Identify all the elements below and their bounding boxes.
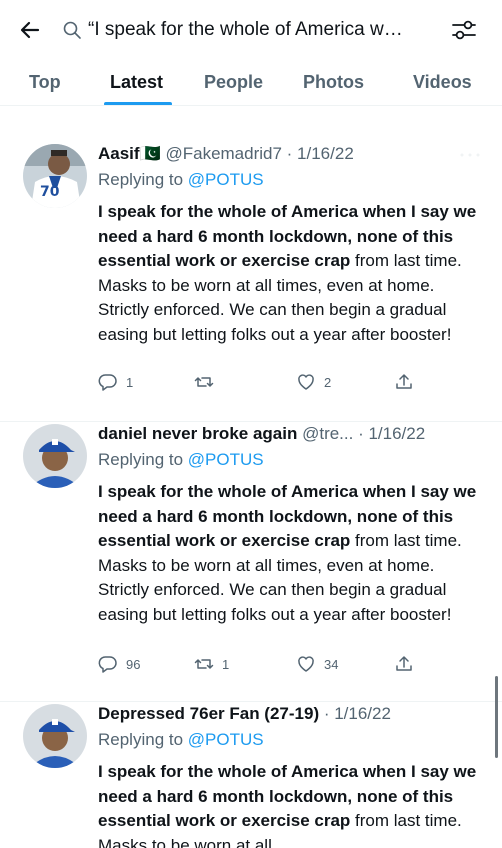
tweet[interactable]: 70 Aasif🇵🇰 @Fakemadrid7 · 1/16/22 Replyi…	[0, 106, 502, 422]
like-button[interactable]: 34	[296, 654, 338, 674]
replying-to: Replying to @POTUS	[98, 730, 264, 750]
heart-icon	[298, 656, 314, 672]
retweet-button[interactable]: 1	[194, 654, 229, 674]
replying-to-handle[interactable]: @POTUS	[188, 730, 264, 749]
retweet-icon	[194, 659, 214, 669]
sliders-icon	[452, 20, 476, 40]
like-count: 34	[324, 656, 339, 672]
share-icon	[396, 374, 412, 389]
scrollbar[interactable]	[495, 676, 498, 758]
share-button[interactable]	[394, 372, 414, 392]
reply-button[interactable]: 96	[98, 654, 140, 674]
search-query[interactable]: “I speak for the whole of America w…	[88, 19, 403, 41]
handle-and-date: @Fakemadrid7 · 1/16/22	[160, 144, 354, 163]
tweet-header: Aasif🇵🇰 @Fakemadrid7 · 1/16/22	[98, 144, 354, 164]
reply-icon	[98, 656, 117, 673]
avatar[interactable]	[23, 424, 87, 488]
display-name[interactable]: daniel never broke again	[98, 424, 297, 443]
avatar[interactable]: 70	[23, 144, 87, 208]
share-button[interactable]	[394, 654, 414, 674]
share-icon	[396, 656, 412, 671]
handle-and-date: @tre... · 1/16/22	[297, 424, 426, 443]
reply-count: 1	[126, 374, 134, 390]
search-icon	[63, 21, 81, 39]
replying-to-label: Replying to	[98, 450, 188, 469]
like-button[interactable]: 2	[296, 372, 331, 392]
top-bar: “I speak for the whole of America w…	[0, 0, 502, 60]
like-count: 2	[324, 374, 332, 390]
replying-to-label: Replying to	[98, 170, 188, 189]
heart-icon	[298, 374, 314, 390]
display-name[interactable]: Depressed 76er Fan (27-19)	[98, 704, 319, 723]
retweet-button[interactable]	[194, 372, 222, 392]
search-filter-button[interactable]	[448, 14, 480, 46]
reply-icon	[98, 374, 117, 391]
tweet[interactable]: daniel never broke again @tre... · 1/16/…	[0, 422, 502, 702]
replying-to: Replying to @POTUS	[98, 170, 264, 190]
tweet-actions: 1 2	[98, 372, 438, 396]
svg-text:70: 70	[40, 184, 60, 200]
replying-to-handle[interactable]: @POTUS	[188, 170, 264, 189]
tab-photos[interactable]: Photos	[303, 72, 364, 93]
avatar-image: 70	[23, 144, 87, 208]
more-options-icon[interactable]	[458, 152, 482, 158]
avatar[interactable]	[23, 704, 87, 768]
tab-latest[interactable]: Latest	[110, 72, 163, 93]
reply-count: 96	[126, 656, 141, 672]
back-button[interactable]	[14, 14, 46, 46]
retweet-icon	[194, 377, 214, 387]
handle-and-date: · 1/16/22	[319, 704, 391, 723]
retweet-count: 1	[222, 656, 230, 672]
search-tabs: Top Latest People Photos Videos	[0, 62, 502, 106]
tab-videos[interactable]: Videos	[413, 72, 472, 93]
search-bar[interactable]: “I speak for the whole of America w…	[62, 14, 432, 46]
tweet-text: I speak for the whole of America when I …	[98, 760, 478, 848]
reply-button[interactable]: 1	[98, 372, 133, 392]
tab-top[interactable]: Top	[29, 72, 61, 93]
tweet-text: I speak for the whole of America when I …	[98, 480, 478, 627]
replying-to: Replying to @POTUS	[98, 450, 264, 470]
tweet-actions: 96 1 34	[98, 654, 438, 678]
back-arrow-icon	[20, 21, 40, 39]
tweet[interactable]: Depressed 76er Fan (27-19) · 1/16/22 Rep…	[0, 702, 502, 848]
avatar-image	[23, 424, 87, 488]
tweet-header: daniel never broke again @tre... · 1/16/…	[98, 424, 425, 444]
tweet-text: I speak for the whole of America when I …	[98, 200, 478, 347]
replying-to-label: Replying to	[98, 730, 188, 749]
tweet-header: Depressed 76er Fan (27-19) · 1/16/22	[98, 704, 391, 724]
replying-to-handle[interactable]: @POTUS	[188, 450, 264, 469]
avatar-image	[23, 704, 87, 768]
display-name[interactable]: Aasif🇵🇰	[98, 144, 161, 163]
tab-people[interactable]: People	[204, 72, 263, 93]
